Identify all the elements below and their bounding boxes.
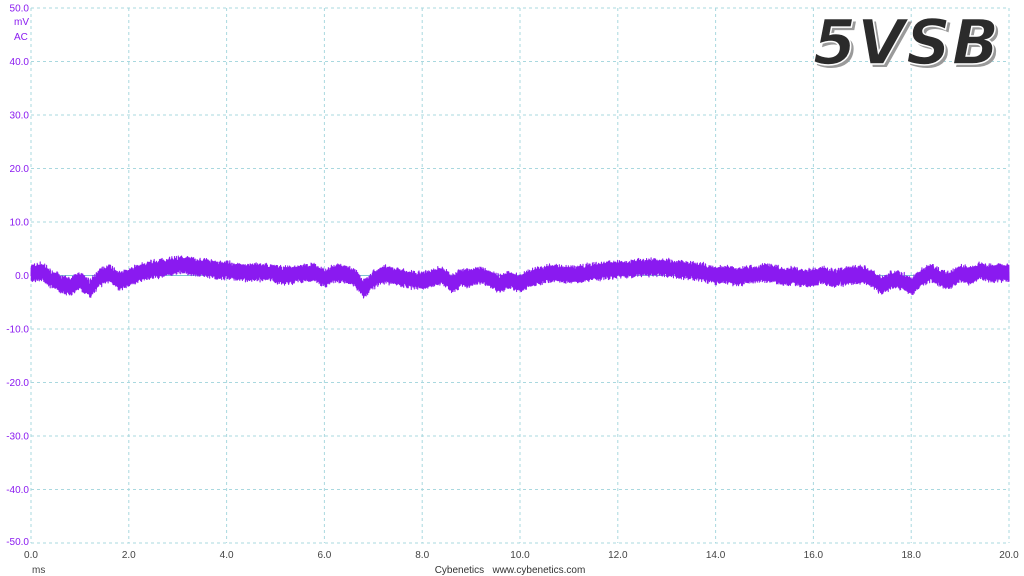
credit-label: Cybenetics www.cybenetics.com [435, 565, 586, 576]
y-tick-label: -40.0 [6, 485, 29, 496]
y-tick-label: -50.0 [6, 537, 29, 548]
rail-label: 5VSB [813, 6, 1000, 79]
x-tick-label: 8.0 [415, 550, 429, 561]
x-tick-label: 12.0 [608, 550, 628, 561]
x-tick-label: 14.0 [706, 550, 726, 561]
x-tick-label: 0.0 [24, 550, 38, 561]
x-tick-label: 16.0 [804, 550, 824, 561]
ripple-scope-chart: 50.0 40.0 30.0 20.0 10.0 0.0 -10.0 -20.0 -30.0 -4… [0, 0, 1024, 576]
x-tick-label: 4.0 [220, 550, 234, 561]
x-tick-label: 18.0 [901, 550, 921, 561]
y-tick-label: 30.0 [10, 111, 30, 122]
y-tick-label: -10.0 [6, 325, 29, 336]
y-unit-label: mV [14, 17, 29, 28]
coupling-label: AC [14, 32, 28, 43]
x-tick-label: 20.0 [999, 550, 1019, 561]
x-unit-label: ms [32, 565, 45, 576]
y-tick-label: 40.0 [10, 57, 30, 68]
y-tick-label: -30.0 [6, 432, 29, 443]
y-tick-label: 20.0 [10, 164, 30, 175]
x-tick-label: 10.0 [510, 550, 530, 561]
y-tick-label: 50.0 [10, 4, 30, 15]
y-tick-label: 10.0 [10, 218, 30, 229]
y-tick-label: 0.0 [15, 271, 29, 282]
x-tick-label: 6.0 [317, 550, 331, 561]
y-tick-label: -20.0 [6, 378, 29, 389]
x-tick-label: 2.0 [122, 550, 136, 561]
